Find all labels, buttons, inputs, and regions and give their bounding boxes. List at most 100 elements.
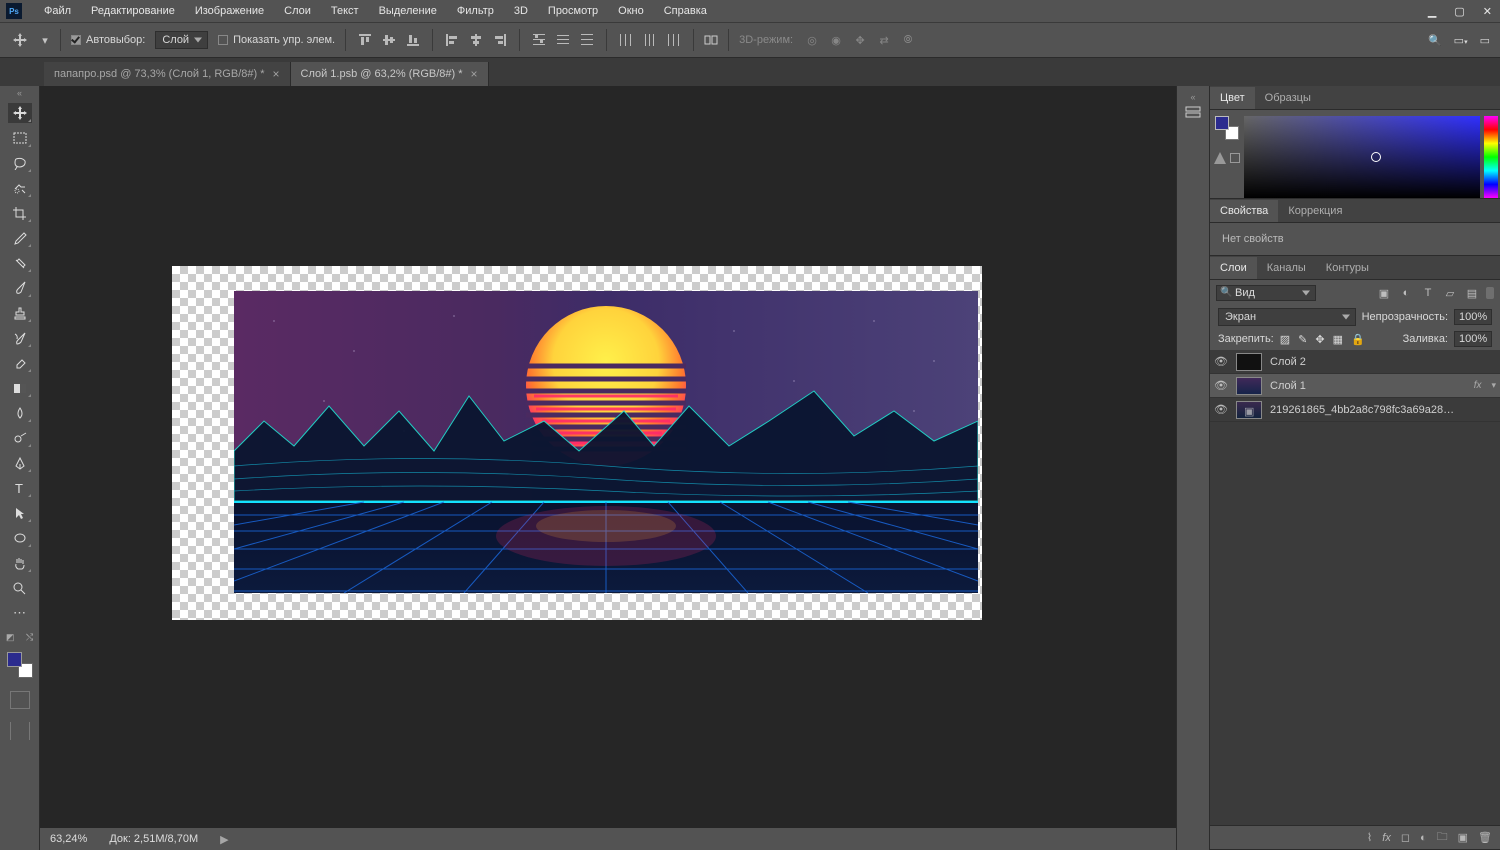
tool-preset-dropdown-icon[interactable]: ▾ <box>40 30 50 50</box>
status-zoom[interactable]: 63,24% <box>50 833 87 845</box>
distribute-vcenter-icon[interactable] <box>554 31 572 49</box>
quick-select-tool-icon[interactable] <box>8 178 32 198</box>
quickmask-icon[interactable] <box>10 691 30 709</box>
lock-all-icon[interactable]: 🔒 <box>1351 333 1365 346</box>
eyedropper-tool-icon[interactable] <box>8 228 32 248</box>
websafe-icon[interactable] <box>1230 153 1240 163</box>
tab-color[interactable]: Цвет <box>1210 87 1255 109</box>
align-right-icon[interactable] <box>491 31 509 49</box>
pen-tool-icon[interactable] <box>8 453 32 473</box>
tab-paths[interactable]: Контуры <box>1316 257 1379 279</box>
distribute-right-icon[interactable] <box>665 31 683 49</box>
filter-adjust-icon[interactable]: ◐ <box>1398 285 1414 301</box>
distribute-top-icon[interactable] <box>530 31 548 49</box>
layer-row[interactable]: 👁 Слой 1 fx ▾ <box>1210 374 1500 398</box>
hand-tool-icon[interactable] <box>8 553 32 573</box>
scrubby-zoom-icon[interactable]: ▭ <box>1480 34 1490 47</box>
layer-name[interactable]: 219261865_4bb2a8c798fc3a69a2816080a3fe77… <box>1270 404 1460 416</box>
gamut-warning-icon[interactable] <box>1214 152 1226 164</box>
layer-group-icon[interactable]: 🗀 <box>1437 828 1448 847</box>
align-top-icon[interactable] <box>356 31 374 49</box>
layer-name[interactable]: Слой 2 <box>1270 356 1306 368</box>
lasso-tool-icon[interactable] <box>8 153 32 173</box>
tab-layers[interactable]: Слои <box>1210 257 1257 279</box>
status-doc-size[interactable]: Док: 2,51M/8,70M <box>109 833 198 845</box>
menu-item[interactable]: Фильтр <box>449 2 502 20</box>
tab-properties[interactable]: Свойства <box>1210 200 1278 222</box>
brush-tool-icon[interactable] <box>8 278 32 298</box>
filter-pixel-icon[interactable]: ▣ <box>1376 285 1392 301</box>
filter-text-icon[interactable]: T <box>1420 285 1436 301</box>
lock-transparency-icon[interactable]: ▨ <box>1280 333 1290 346</box>
move-tool-icon[interactable] <box>8 103 32 123</box>
fill-value[interactable]: 100% <box>1454 331 1492 347</box>
lock-artboard-icon[interactable]: ▦ <box>1333 333 1343 346</box>
menu-item[interactable]: Окно <box>610 2 652 20</box>
dodge-tool-icon[interactable] <box>8 428 32 448</box>
history-flyout-icon[interactable] <box>1182 102 1204 124</box>
gradient-tool-icon[interactable] <box>8 378 32 398</box>
menu-item[interactable]: Текст <box>323 2 367 20</box>
distribute-hcenter-icon[interactable] <box>641 31 659 49</box>
layer-row[interactable]: 👁 Слой 2 <box>1210 350 1500 374</box>
fx-chevron-icon[interactable]: ▾ <box>1491 380 1496 391</box>
menu-item[interactable]: Просмотр <box>540 2 606 20</box>
link-layers-icon[interactable]: ⌇ <box>1367 831 1372 844</box>
distribute-left-icon[interactable] <box>617 31 635 49</box>
auto-select-target-dropdown[interactable]: Слой <box>155 31 208 49</box>
blur-tool-icon[interactable] <box>8 403 32 423</box>
frame-icon[interactable]: ▭▾ <box>1454 34 1468 47</box>
filter-toggle-icon[interactable] <box>1486 287 1494 299</box>
maximize-icon[interactable]: ▢ <box>1452 3 1466 20</box>
delete-layer-icon[interactable]: 🗑 <box>1478 831 1492 844</box>
opacity-value[interactable]: 100% <box>1454 309 1492 325</box>
search-icon[interactable]: 🔍 <box>1428 34 1442 47</box>
layer-name[interactable]: Слой 1 <box>1270 380 1306 392</box>
text-tool-icon[interactable]: T <box>8 478 32 498</box>
visibility-eye-icon[interactable]: 👁 <box>1214 355 1228 368</box>
edit-toolbar-icon[interactable]: ⋯ <box>8 603 32 623</box>
close-tab-icon[interactable]: × <box>471 67 478 81</box>
filter-smart-icon[interactable]: ▤ <box>1464 285 1480 301</box>
document-tab[interactable]: папапро.psd @ 73,3% (Слой 1, RGB/8#) * × <box>44 62 291 86</box>
layer-fx-badge[interactable]: fx <box>1474 380 1482 391</box>
lock-position-icon[interactable]: ✥ <box>1315 333 1324 346</box>
swap-colors-icon[interactable]: ⤭ <box>26 632 33 643</box>
align-vcenter-icon[interactable] <box>380 31 398 49</box>
stamp-tool-icon[interactable] <box>8 303 32 323</box>
eraser-tool-icon[interactable] <box>8 353 32 373</box>
color-field[interactable] <box>1244 116 1480 198</box>
auto-align-icon[interactable] <box>704 33 718 47</box>
auto-select-checkbox[interactable]: Автовыбор: <box>71 34 145 46</box>
menu-item[interactable]: Редактирование <box>83 2 183 20</box>
menu-item[interactable]: Справка <box>656 2 715 20</box>
canvas[interactable] <box>172 266 982 620</box>
layer-filter-kind[interactable]: Вид <box>1216 285 1316 301</box>
status-more-icon[interactable]: ▶ <box>220 833 228 846</box>
path-select-tool-icon[interactable] <box>8 503 32 523</box>
close-tab-icon[interactable]: × <box>272 67 279 81</box>
default-colors-icon[interactable]: ◩ <box>6 632 15 643</box>
close-icon[interactable]: ✕ <box>1481 3 1494 20</box>
blend-mode-dropdown[interactable]: Экран <box>1218 308 1356 326</box>
filter-shape-icon[interactable]: ▱ <box>1442 285 1458 301</box>
crop-tool-icon[interactable] <box>8 203 32 223</box>
layer-mask-icon[interactable]: ◻ <box>1401 831 1410 844</box>
adjustment-layer-icon[interactable]: ◐ <box>1420 832 1427 844</box>
align-bottom-icon[interactable] <box>404 31 422 49</box>
document-tab[interactable]: Слой 1.psb @ 63,2% (RGB/8#) * × <box>291 62 489 86</box>
layer-row[interactable]: 👁 ▣ 219261865_4bb2a8c798fc3a69a2816080a3… <box>1210 398 1500 422</box>
rect-marquee-tool-icon[interactable] <box>8 128 32 148</box>
new-layer-icon[interactable]: ▣ <box>1458 831 1468 844</box>
lock-paint-icon[interactable]: ✎ <box>1298 333 1307 346</box>
layer-thumb[interactable] <box>1236 377 1262 395</box>
tab-adjust[interactable]: Коррекция <box>1278 200 1352 222</box>
menu-item[interactable]: Файл <box>36 2 79 20</box>
visibility-eye-icon[interactable]: 👁 <box>1214 403 1228 416</box>
show-transform-checkbox[interactable]: Показать упр. элем. <box>218 34 335 46</box>
align-left-icon[interactable] <box>443 31 461 49</box>
canvas-area[interactable]: 63,24% Док: 2,51M/8,70M ▶ <box>40 86 1176 850</box>
layer-style-icon[interactable]: fx <box>1382 832 1391 844</box>
shape-tool-icon[interactable] <box>8 528 32 548</box>
layer-thumb[interactable]: ▣ <box>1236 401 1262 419</box>
